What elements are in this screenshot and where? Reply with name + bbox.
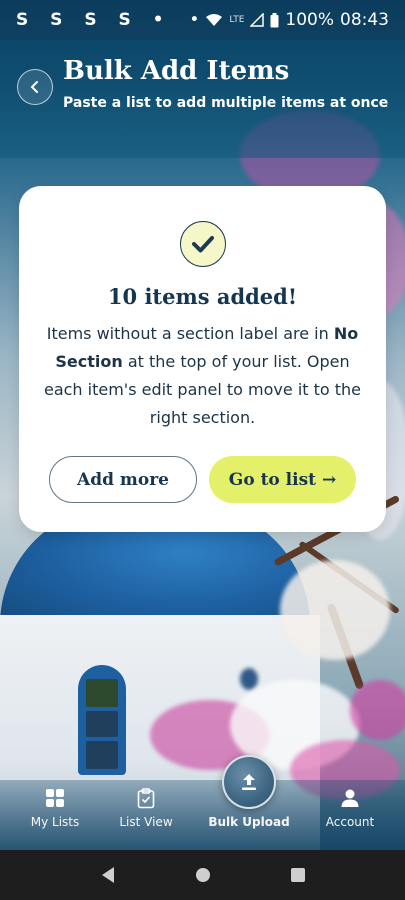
grid-icon (46, 789, 64, 807)
go-to-list-button[interactable]: Go to list → (209, 456, 356, 503)
page-subtitle: Paste a list to add multiple items at on… (63, 95, 389, 111)
bulk-upload-fab[interactable] (222, 755, 276, 809)
dot-icon: • (189, 10, 200, 30)
page-title: Bulk Add Items (63, 56, 290, 86)
add-more-button[interactable]: Add more (49, 456, 197, 503)
system-navigation-bar (0, 850, 405, 900)
success-check-badge (180, 221, 226, 267)
recents-square-icon[interactable] (290, 867, 306, 883)
battery-percent: 100% (285, 10, 334, 30)
back-button[interactable] (17, 69, 53, 105)
back-triangle-icon[interactable] (100, 866, 116, 884)
notification-icons: S S S S • (16, 10, 172, 30)
home-circle-icon[interactable] (195, 867, 211, 883)
clock: 08:43 (340, 10, 389, 30)
person-icon (341, 789, 359, 807)
nav-label: Bulk Upload (208, 815, 290, 829)
clipboard-check-icon (137, 788, 155, 809)
network-type: LTE (229, 15, 245, 25)
upload-icon (242, 774, 256, 790)
battery-icon (270, 12, 279, 27)
success-title: 10 items added! (107, 284, 298, 309)
signal-icon (250, 13, 265, 27)
blue-window (78, 665, 126, 775)
wifi-icon (206, 14, 223, 26)
page-header: Bulk Add Items Paste a list to add multi… (0, 40, 405, 158)
bottom-navigation: My Lists List View Bulk Upload Account (0, 755, 405, 850)
chevron-left-icon (30, 81, 38, 93)
success-message: Items without a section label are in No … (43, 320, 362, 432)
nav-label: My Lists (30, 815, 80, 829)
nav-item-my-lists[interactable]: My Lists (25, 780, 85, 850)
status-bar: S S S S • • LTE 100% 08:43 (0, 0, 405, 40)
success-card: 10 items added! Items without a section … (19, 186, 386, 532)
nav-label: List View (119, 815, 173, 829)
nav-item-account[interactable]: Account (320, 780, 380, 850)
nav-label: Account (325, 815, 375, 829)
nav-item-list-view[interactable]: List View (116, 780, 176, 850)
nav-item-bulk-upload[interactable]: Bulk Upload (208, 755, 290, 850)
message-text-1: Items without a section label are in (46, 324, 334, 343)
checkmark-icon (192, 236, 214, 253)
